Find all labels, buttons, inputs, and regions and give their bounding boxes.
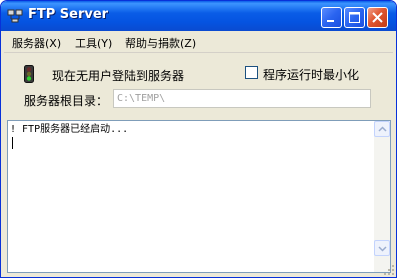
chevron-down-icon [378,246,387,252]
log-textarea[interactable]: ! FTP服务器已经启动... [7,120,391,273]
close-button[interactable] [367,7,388,28]
user-status-text: 现在无用户登陆到服务器 [52,69,185,83]
minimize-on-run-checkbox[interactable] [245,66,258,79]
traffic-light-icon [24,65,34,83]
minimize-icon [327,20,334,22]
menu-server[interactable]: 服务器(X) [12,35,61,51]
minimize-on-run-label[interactable]: 程序运行时最小化 [263,66,359,83]
close-icon [372,12,383,23]
scroll-down-button[interactable] [374,240,390,256]
title-bar[interactable]: FTP Server [1,1,396,31]
maximize-icon [349,12,360,23]
ftp-server-window: FTP Server 服务器(X) 工具(Y) 帮助与捐款(Z) 现在无用户登陆… [0,0,397,278]
window-title: FTP Server [28,7,109,22]
scroll-up-button[interactable] [374,121,390,137]
network-computers-icon [7,9,23,23]
chevron-up-icon [378,126,387,132]
server-panel: 现在无用户登陆到服务器 程序运行时最小化 服务器根目录： C:\TEMP\ [4,53,393,118]
vertical-scrollbar[interactable] [374,121,390,272]
root-dir-label: 服务器根目录： [24,94,109,108]
log-text: ! FTP服务器已经启动... [10,124,129,135]
maximize-button[interactable] [344,7,365,28]
resize-grip-icon[interactable] [382,263,396,277]
text-caret [12,137,13,149]
root-dir-value: C:\TEMP\ [117,93,166,104]
menu-tools[interactable]: 工具(Y) [75,35,112,51]
root-dir-field[interactable]: C:\TEMP\ [113,89,371,108]
menu-help-donate[interactable]: 帮助与捐款(Z) [125,35,196,51]
menu-bar: 服务器(X) 工具(Y) 帮助与捐款(Z) [4,32,393,53]
minimize-button[interactable] [321,7,342,28]
